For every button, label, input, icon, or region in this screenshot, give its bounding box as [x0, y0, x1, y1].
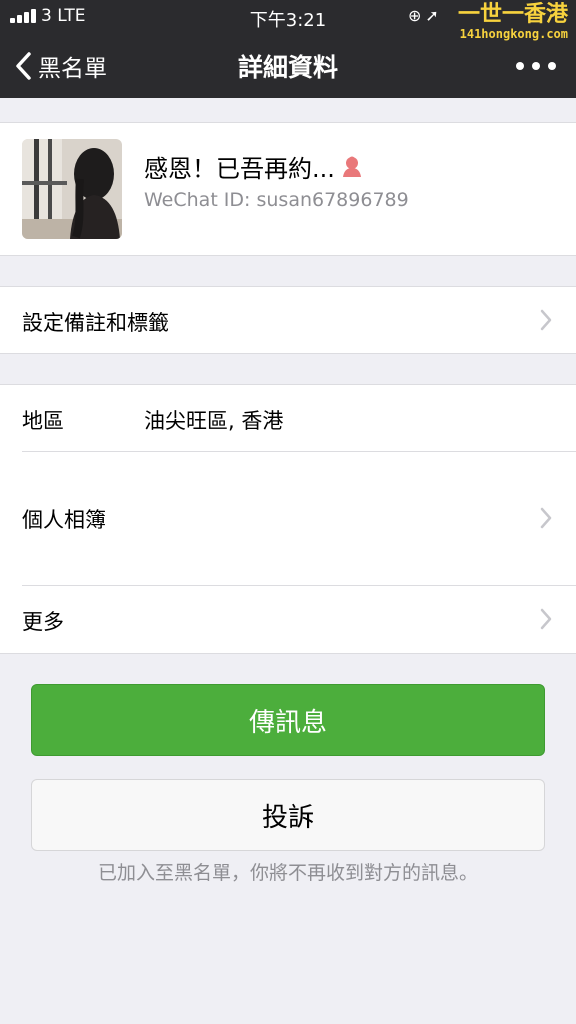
female-icon [342, 156, 361, 177]
send-message-button[interactable]: 傳訊息 [31, 684, 545, 756]
profile-name-text: 感恩！已吾再約... [144, 155, 335, 183]
avatar-image [22, 139, 122, 239]
ellipsis-icon [516, 62, 524, 70]
remark-tags-label: 設定備註和標籤 [22, 311, 169, 335]
chevron-right-icon [540, 608, 552, 630]
info-section: 地區 油尖旺區, 香港 個人相簿 更多 [0, 384, 576, 654]
report-button[interactable]: 投訴 [31, 779, 545, 851]
region-label: 地區 [22, 409, 64, 433]
ellipsis-dot [548, 62, 556, 70]
region-value: 油尖旺區, 香港 [144, 409, 284, 433]
watermark-logo: 一世一香港 [457, 2, 568, 27]
profile-card: 感恩！已吾再約... WeChat ID: susan67896789 [0, 122, 576, 256]
status-bar: 3 LTE 下午3:21 ⊕➚ 一世一香港 141hongkong.com [0, 0, 576, 41]
remark-tags-row[interactable]: 設定備註和標籤 [0, 286, 576, 354]
page-title: 詳細資料 [237, 53, 338, 82]
region-row: 地區 油尖旺區, 香港 [0, 385, 576, 451]
album-row[interactable]: 個人相簿 [0, 452, 576, 584]
avatar[interactable] [22, 139, 122, 239]
lock-rotation-icon: ⊕ [408, 6, 426, 25]
album-label: 個人相簿 [22, 508, 106, 532]
chevron-right-icon [540, 309, 552, 331]
watermark-site: 141hongkong.com [459, 27, 568, 41]
location-arrow-icon: ➚ [425, 6, 443, 25]
more-options-button[interactable] [516, 56, 556, 76]
more-row[interactable]: 更多 [0, 586, 576, 652]
watermark: 一世一香港 141hongkong.com [448, 2, 568, 42]
blacklist-note: 已加入至黑名單，你將不再收到對方的訊息。 [97, 862, 478, 884]
chevron-right-icon [540, 507, 552, 529]
top-bar: 3 LTE 下午3:21 ⊕➚ 一世一香港 141hongkong.com 黑名… [0, 0, 576, 98]
more-label: 更多 [22, 610, 64, 634]
ellipsis-dot [532, 62, 540, 70]
wechat-id: WeChat ID: susan67896789 [144, 189, 409, 211]
profile-name: 感恩！已吾再約... [144, 149, 363, 184]
status-icons: ⊕➚ [408, 6, 443, 25]
